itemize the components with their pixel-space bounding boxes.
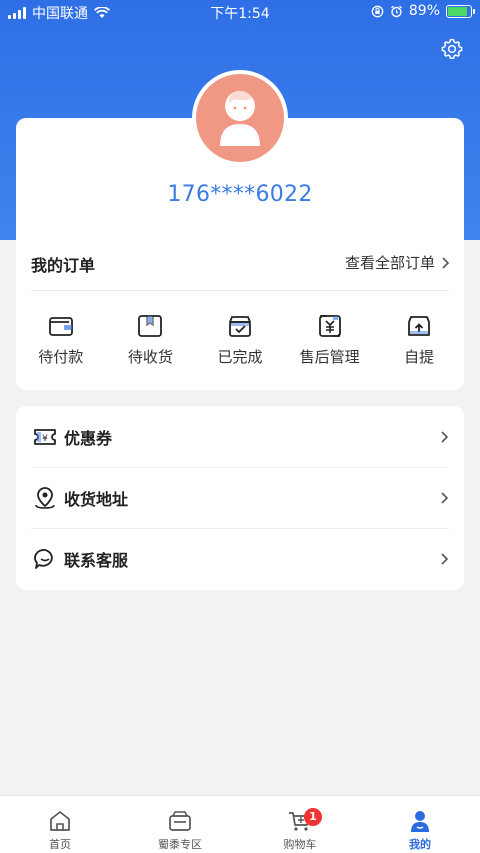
- chevron-right-icon: [441, 430, 449, 443]
- chevron-right-icon: [441, 491, 449, 504]
- menu-item-label: 优惠券: [64, 428, 113, 448]
- avatar[interactable]: [192, 70, 288, 166]
- order-item-label: 自提: [404, 348, 435, 366]
- tab-home[interactable]: 首页: [0, 796, 120, 853]
- completed-box-icon: [229, 316, 251, 337]
- order-item-label: 待付款: [38, 348, 84, 366]
- order-after-sales[interactable]: 售后管理: [285, 312, 375, 372]
- user-phone-number: 176****6022: [167, 182, 313, 207]
- menu-item-label: 联系客服: [64, 550, 129, 570]
- view-all-orders-label: 查看全部订单: [344, 254, 435, 272]
- cart-badge: 1: [304, 808, 322, 826]
- menu-item-coupons[interactable]: ¥ 优惠券: [16, 406, 464, 467]
- view-all-orders-link[interactable]: 查看全部订单: [345, 252, 450, 273]
- orientation-lock-icon: [371, 5, 384, 17]
- svg-text:¥: ¥: [42, 434, 48, 444]
- coupon-icon: ¥: [34, 428, 56, 445]
- menu-item-label: 收货地址: [64, 489, 129, 509]
- alarm-icon: [390, 5, 402, 17]
- order-status-row: 待付款 待收货 已完成 售后管理 自提: [16, 312, 464, 372]
- order-item-label: 待收货: [127, 348, 173, 366]
- order-item-label: 售后管理: [299, 348, 360, 366]
- chat-icon: [34, 548, 53, 569]
- status-bar: 中国联通 下午1:54 89%: [0, 0, 480, 24]
- battery-icon: [446, 4, 475, 18]
- order-item-label: 已完成: [217, 348, 263, 366]
- tab-label: 首页: [49, 838, 71, 851]
- user-avatar-icon: [220, 91, 260, 146]
- after-sales-icon: [318, 315, 341, 337]
- order-completed[interactable]: 已完成: [195, 312, 285, 372]
- menu-item-addresses[interactable]: 收货地址: [16, 467, 464, 528]
- order-self-pickup[interactable]: 自提: [374, 312, 464, 372]
- tab-cart[interactable]: 1 购物车: [240, 796, 360, 853]
- chevron-right-icon: [442, 256, 450, 269]
- bottom-tab-bar: 首页 蜀黍专区 1 购物车 我的: [0, 795, 480, 853]
- battery-percent: 89%: [408, 3, 440, 19]
- profile-icon: [411, 811, 429, 832]
- package-icon: [138, 315, 163, 337]
- my-orders-title: 我的订单: [31, 256, 96, 275]
- menu-item-customer-service[interactable]: 联系客服: [16, 528, 464, 589]
- tab-profile[interactable]: 我的: [360, 796, 480, 853]
- zone-icon: [169, 811, 191, 831]
- tab-zone[interactable]: 蜀黍专区: [120, 796, 240, 853]
- home-icon: [50, 811, 70, 831]
- wallet-icon: [48, 317, 73, 336]
- menu-card: ¥ 优惠券 收货地址 联系客服: [16, 406, 464, 590]
- tab-label: 蜀黍专区: [158, 838, 202, 851]
- order-pending-payment[interactable]: 待付款: [16, 312, 106, 372]
- order-pending-receipt[interactable]: 待收货: [106, 312, 196, 372]
- settings-gear-icon[interactable]: [440, 37, 464, 61]
- pickup-icon: [408, 316, 431, 336]
- chevron-right-icon: [441, 552, 449, 565]
- orders-divider: [31, 290, 449, 291]
- tab-label: 购物车: [283, 838, 317, 851]
- tab-label: 我的: [409, 838, 431, 851]
- location-icon: [35, 486, 55, 509]
